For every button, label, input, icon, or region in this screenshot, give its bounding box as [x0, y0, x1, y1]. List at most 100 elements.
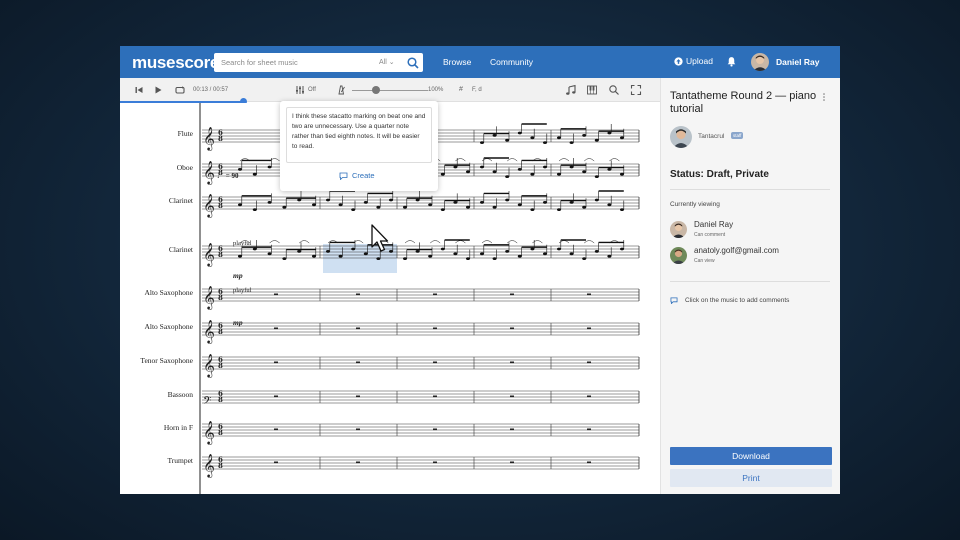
note-head — [557, 247, 561, 251]
zoom-icon[interactable] — [608, 84, 620, 96]
search-scope-dropdown[interactable]: All ⌄ — [379, 58, 395, 66]
instrument-name-label[interactable]: Tenor Saxophone — [120, 356, 193, 365]
time-signature: 8 — [218, 395, 223, 404]
note-head — [569, 201, 574, 204]
top-navigation-bar: musescore All ⌄ Browse Community Upload … — [120, 46, 840, 78]
add-comment-hint: Click on the music to add comments — [670, 297, 789, 304]
note-head — [620, 208, 624, 211]
tempo-slider-track[interactable] — [352, 90, 428, 91]
time-signature: 8 — [218, 250, 223, 259]
owner-avatar[interactable] — [670, 126, 692, 148]
instrument-name-label[interactable]: Clarinet — [120, 196, 193, 205]
viewer-avatar — [670, 221, 687, 238]
whole-rest — [433, 361, 437, 364]
tempo-slider-handle[interactable] — [372, 86, 380, 94]
loop-icon[interactable] — [174, 84, 186, 96]
download-button[interactable]: Download — [670, 447, 832, 465]
note-head — [505, 175, 510, 178]
instrument-name-label[interactable]: Oboe — [120, 163, 193, 172]
note-head — [594, 138, 599, 142]
instrument-name-label[interactable]: Horn in F — [120, 423, 193, 432]
expression-text-playful: playful — [233, 240, 252, 247]
note-head — [238, 168, 242, 171]
note-head — [282, 257, 287, 260]
whole-rest — [587, 461, 591, 464]
whole-rest — [433, 395, 437, 398]
note-head — [543, 252, 547, 256]
note-head — [594, 175, 599, 178]
note-slur — [481, 240, 493, 244]
nav-community-link[interactable]: Community — [490, 57, 533, 67]
user-name[interactable]: Daniel Ray — [776, 57, 819, 67]
note-head — [530, 208, 535, 211]
skip-to-start-icon[interactable] — [133, 84, 145, 96]
note-head — [297, 198, 302, 202]
musescore-app-window: musescore All ⌄ Browse Community Upload … — [120, 46, 840, 494]
notifications-bell-icon[interactable] — [726, 56, 737, 67]
note-slur — [455, 158, 466, 162]
time-signature: 8 — [218, 201, 223, 210]
instrument-name-label[interactable]: Alto Saxophone — [120, 288, 193, 297]
divider — [670, 189, 830, 190]
upload-button[interactable]: Upload — [674, 56, 713, 66]
create-comment-button[interactable]: Create — [339, 171, 375, 180]
search-icon[interactable] — [406, 56, 420, 70]
whole-rest — [587, 327, 591, 330]
instrument-name-label[interactable]: Trumpet — [120, 456, 193, 465]
note-head — [607, 254, 612, 258]
upload-icon — [674, 56, 683, 66]
note-head — [569, 252, 574, 256]
instrument-name-label[interactable]: Flute — [120, 129, 193, 138]
note-head — [557, 136, 561, 140]
comment-popover: I think these stacatto marking on beat o… — [280, 101, 438, 191]
key-icon[interactable]: # — [459, 86, 463, 93]
search-input[interactable] — [221, 56, 361, 69]
expression-text-playful: playful — [233, 287, 252, 294]
whole-rest — [356, 461, 360, 464]
note-head — [505, 138, 510, 142]
user-avatar[interactable] — [751, 53, 769, 71]
note-slur — [269, 240, 280, 244]
tempo-marking: ♩ = 90 — [217, 172, 239, 180]
fullscreen-icon[interactable] — [630, 84, 642, 96]
score-info-sidebar: Tantatheme Round 2 — piano tutorial Tant… — [660, 78, 840, 494]
note-head — [326, 250, 330, 253]
time-signature: 8 — [218, 428, 223, 437]
instrument-name-label[interactable]: Bassoon — [120, 390, 193, 399]
note-head — [557, 208, 561, 211]
whole-rest — [433, 428, 437, 431]
viewer-permission: Can comment — [694, 232, 726, 238]
note-head — [480, 165, 484, 169]
note-head — [594, 198, 599, 202]
comment-textarea[interactable]: I think these stacatto marking on beat o… — [286, 107, 432, 163]
mixer-icon[interactable] — [294, 84, 306, 96]
note-head — [466, 205, 470, 209]
time-signature: 8 — [218, 293, 223, 302]
treble-clef-icon: 𝄞 — [203, 319, 215, 344]
print-button[interactable]: Print — [670, 469, 832, 487]
nav-browse-link[interactable]: Browse — [443, 57, 471, 67]
note-slur — [584, 158, 595, 162]
piano-keyboard-icon[interactable] — [586, 84, 598, 96]
instrument-name-label[interactable]: Clarinet — [120, 245, 193, 254]
note-head — [282, 205, 287, 209]
note-head — [569, 141, 574, 144]
metronome-icon[interactable] — [335, 84, 347, 96]
play-icon[interactable] — [152, 84, 164, 96]
music-note-icon[interactable] — [565, 84, 577, 96]
owner-name[interactable]: Tantacrul — [698, 133, 724, 140]
search-bar: All ⌄ — [214, 53, 423, 72]
instrument-name-label[interactable]: Alto Saxophone — [120, 322, 193, 331]
musescore-logo[interactable]: musescore — [132, 53, 219, 73]
metronome-state[interactable]: Off — [308, 87, 316, 93]
note-head — [517, 168, 522, 171]
more-options-icon[interactable] — [821, 92, 827, 102]
note-head — [505, 250, 510, 253]
time-signature: 8 — [218, 361, 223, 370]
whole-rest — [510, 461, 514, 464]
whole-rest — [510, 327, 514, 330]
note-head — [530, 136, 535, 140]
treble-clef-icon: 𝄞 — [203, 453, 215, 478]
key-signature[interactable]: F, d — [472, 87, 482, 93]
note-head — [480, 201, 484, 204]
